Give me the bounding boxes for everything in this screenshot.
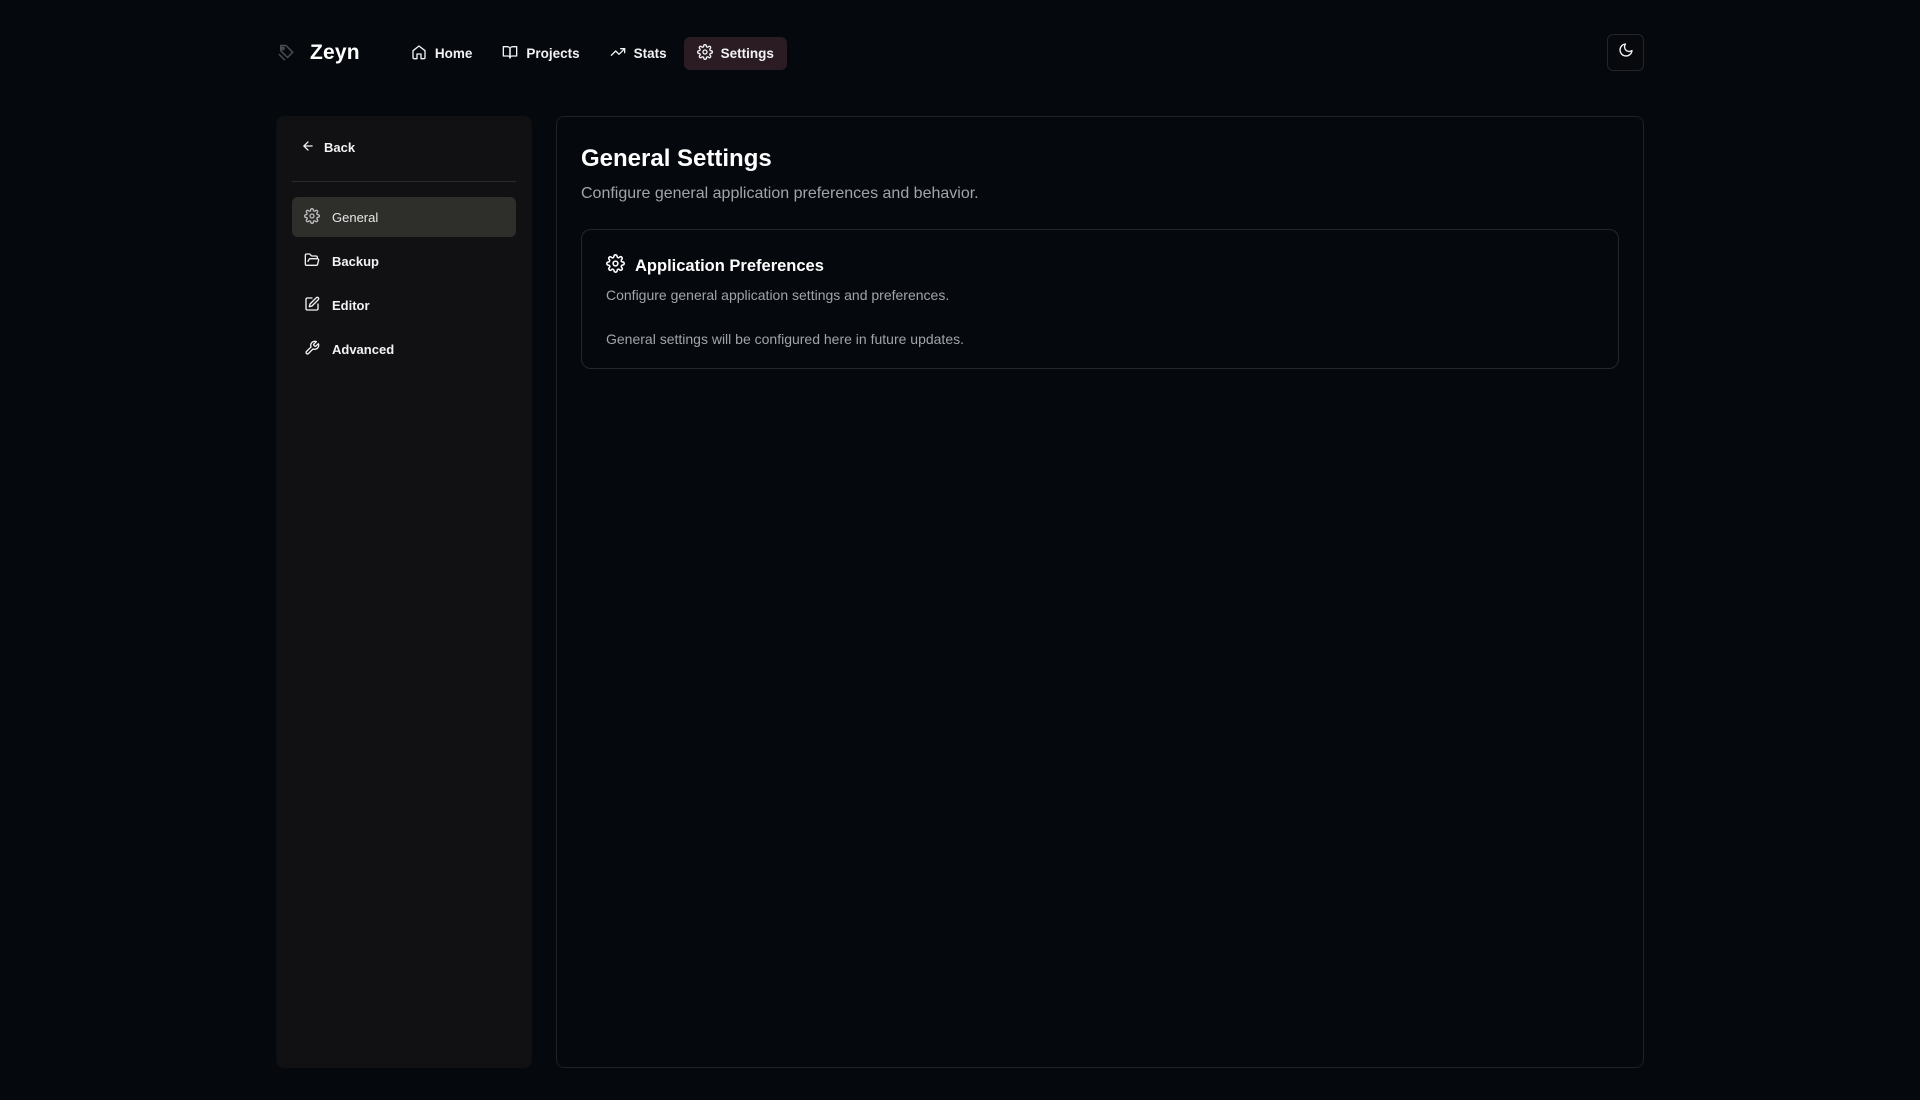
card-note: General settings will be configured here… [606,331,964,347]
back-button[interactable]: Back [292,131,516,163]
sidebar-item-backup[interactable]: Backup [292,241,516,281]
sidebar-item-label: General [332,209,379,225]
sidebar-item-advanced[interactable]: Advanced [292,329,516,369]
nav-item-projects[interactable]: Projects [489,37,592,70]
arrow-left-icon [301,139,315,156]
book-open-icon [502,44,518,63]
sidebar-divider [292,181,516,182]
wrench-icon [304,340,320,359]
card-header: Application Preferences [606,254,1594,278]
top-navigation: Zeyn Home Projects Stats Settings [276,34,1644,72]
home-icon [411,44,427,63]
sidebar-item-label: Backup [332,253,379,269]
settings-sidebar: Back General Backup Editor Advanced [276,116,532,1068]
application-preferences-card: Application Preferences Configure genera… [581,229,1619,369]
sidebar-item-label: Advanced [332,341,395,357]
page-subtitle: Configure general application preference… [581,185,979,202]
logo-icon [276,43,296,63]
sidebar-item-editor[interactable]: Editor [292,285,516,325]
app-name: Zeyn [310,41,360,64]
page-title: General Settings [581,145,772,172]
main-nav: Home Projects Stats Settings [398,36,787,70]
brand[interactable]: Zeyn [276,41,360,65]
gear-icon [304,207,320,227]
moon-icon [1618,42,1634,63]
nav-item-label: Projects [526,45,580,61]
trending-up-icon [610,44,626,63]
gear-icon [606,254,625,278]
nav-item-settings[interactable]: Settings [683,36,787,70]
sidebar-item-general[interactable]: General [292,197,516,237]
edit-icon [304,296,320,315]
nav-item-label: Stats [633,45,667,61]
nav-item-label: Settings [720,45,774,61]
theme-toggle-button[interactable] [1607,34,1644,71]
nav-item-home[interactable]: Home [398,37,486,70]
folder-open-icon [304,252,320,271]
nav-item-label: Home [434,45,473,61]
back-label: Back [324,139,356,155]
sidebar-item-label: Editor [332,297,370,313]
nav-item-stats[interactable]: Stats [597,37,680,70]
settings-panel: General Settings Configure general appli… [556,116,1644,1068]
card-description: Configure general application settings a… [606,287,950,303]
gear-icon [696,43,713,63]
card-title: Application Preferences [635,256,824,275]
